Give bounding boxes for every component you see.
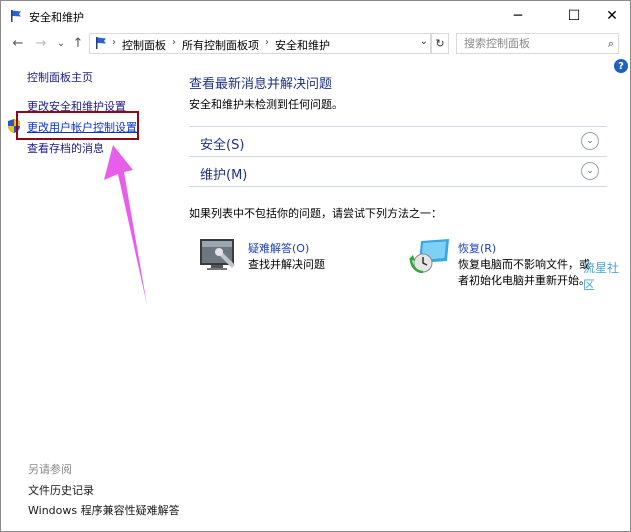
- window-title: 安全和维护: [29, 11, 84, 24]
- troubleshooting-link[interactable]: 疑难解答(O): [248, 240, 309, 256]
- troubleshooting-icon: [200, 239, 235, 270]
- recovery-icon: [409, 239, 449, 273]
- recent-locations-button[interactable]: ⌄: [53, 35, 69, 51]
- search-input[interactable]: [462, 36, 596, 51]
- breadcrumb-item[interactable]: 所有控制面板项: [182, 37, 259, 53]
- close-button[interactable]: ✕: [590, 1, 631, 31]
- chevron-down-icon[interactable]: ⌄: [581, 132, 599, 150]
- recovery-description-line-1: 恢复电脑而不影响文件，或: [458, 258, 590, 271]
- recovery-description-line-2: 者初始化电脑并重新开始。: [458, 274, 590, 287]
- program-compatibility-link[interactable]: Windows 程序兼容性疑难解答: [28, 502, 180, 518]
- security-section-label: 安全(S): [200, 138, 245, 153]
- breadcrumb-item[interactable]: 控制面板: [122, 37, 166, 53]
- help-icon[interactable]: ?: [614, 59, 628, 73]
- sidebar-home-link[interactable]: 控制面板主页: [27, 69, 93, 85]
- breadcrumb-item[interactable]: 安全和维护: [275, 37, 330, 53]
- sidebar-item-view-archived-messages[interactable]: 查看存档的消息: [27, 140, 104, 156]
- up-button[interactable]: ↑: [70, 35, 86, 51]
- back-arrow-icon: ←: [12, 35, 24, 51]
- flag-icon: [96, 37, 106, 49]
- troubleshooting-description: 查找并解决问题: [248, 258, 325, 271]
- control-panel-window: 安全和维护 ─ ☐ ✕ ← → ⌄ ↑ › 控制面板 › 所有控制面板项 › 安…: [0, 0, 631, 532]
- back-button[interactable]: ←: [10, 35, 26, 51]
- maintenance-section[interactable]: 维护(M) ⌄: [189, 156, 607, 187]
- watermark: 流星社区: [583, 261, 620, 292]
- breadcrumb-separator: ›: [265, 37, 269, 48]
- breadcrumb-separator: ›: [112, 37, 116, 48]
- flag-icon: [11, 10, 21, 22]
- maximize-icon: ☐: [567, 8, 581, 24]
- maintenance-section-label: 维护(M): [200, 168, 248, 183]
- close-icon: ✕: [606, 8, 618, 24]
- breadcrumb: › 控制面板 › 所有控制面板项 › 安全和维护: [112, 37, 330, 53]
- security-section[interactable]: 安全(S) ⌄: [189, 126, 607, 156]
- see-also-heading: 另请参阅: [28, 463, 72, 476]
- file-history-link[interactable]: 文件历史记录: [28, 482, 94, 498]
- address-dropdown-icon[interactable]: ⌄: [420, 36, 428, 47]
- highlight-box: [16, 111, 139, 140]
- up-arrow-icon: ↑: [72, 35, 84, 51]
- search-icon[interactable]: ⌕: [608, 37, 614, 51]
- chevron-down-icon: ⌄: [56, 37, 66, 49]
- navigation-bar: ← → ⌄ ↑ › 控制面板 › 所有控制面板项 › 安全和维护 ⌄ ↻ ⌕: [1, 31, 630, 55]
- status-message: 安全和维护未检测到任何问题。: [189, 98, 343, 111]
- page-title: 查看最新消息并解决问题: [189, 77, 333, 92]
- minimize-icon: ─: [513, 8, 523, 24]
- title-bar: 安全和维护 ─ ☐ ✕: [1, 1, 630, 31]
- refresh-icon: ↻: [435, 37, 445, 50]
- recovery-link[interactable]: 恢复(R): [458, 240, 496, 256]
- refresh-button[interactable]: ↻: [431, 33, 449, 54]
- forward-arrow-icon: →: [35, 35, 47, 51]
- breadcrumb-separator: ›: [172, 37, 176, 48]
- hint-text: 如果列表中不包括你的问题，请尝试下列方法之一：: [189, 207, 442, 220]
- minimize-button[interactable]: ─: [496, 1, 540, 31]
- chevron-down-icon[interactable]: ⌄: [581, 162, 599, 180]
- address-bar[interactable]: › 控制面板 › 所有控制面板项 › 安全和维护 ⌄: [89, 33, 431, 54]
- forward-button[interactable]: →: [33, 35, 49, 51]
- search-box[interactable]: ⌕: [456, 33, 619, 54]
